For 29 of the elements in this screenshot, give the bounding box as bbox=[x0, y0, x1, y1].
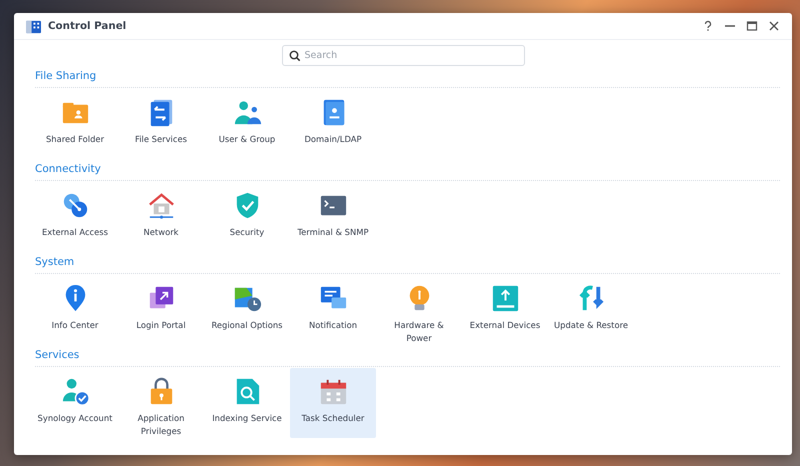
control-panel-item[interactable]: Notification bbox=[290, 275, 376, 345]
control-panel-item[interactable]: Application Privileges bbox=[118, 368, 204, 438]
search-field[interactable]: Search bbox=[282, 45, 524, 66]
window-title: Control Panel bbox=[48, 20, 128, 32]
section-heading: Connectivity bbox=[35, 162, 102, 176]
maximize-icon[interactable] bbox=[746, 20, 758, 32]
control-panel-item[interactable]: Regional Options bbox=[204, 275, 290, 345]
control-panel-item[interactable]: Shared Folder bbox=[32, 89, 118, 159]
control-panel-item[interactable]: Terminal & SNMP bbox=[290, 182, 376, 252]
control-panel-item[interactable]: Hardware & Power bbox=[376, 275, 462, 345]
control-panel-item[interactable]: User & Group bbox=[204, 89, 290, 159]
control-panel-item[interactable]: Indexing Service bbox=[204, 368, 290, 438]
app-grid-icon bbox=[26, 18, 41, 34]
control-panel-item[interactable]: Update & Restore bbox=[548, 275, 634, 345]
control-panel-item[interactable]: External Devices bbox=[462, 275, 548, 345]
close-icon[interactable] bbox=[768, 20, 780, 32]
control-panel-item[interactable]: Network bbox=[118, 182, 204, 252]
section-heading: Services bbox=[35, 348, 80, 362]
control-panel-item[interactable]: Domain/LDAP bbox=[290, 89, 376, 159]
control-panel-item[interactable]: Login Portal bbox=[118, 275, 204, 345]
section-heading: File Sharing bbox=[35, 69, 98, 83]
section-heading: System bbox=[35, 255, 76, 269]
control-panel-item[interactable]: Synology Account bbox=[32, 368, 118, 438]
control-panel-item[interactable]: External Access bbox=[32, 182, 118, 252]
control-panel-item[interactable]: Task Scheduler bbox=[290, 368, 376, 438]
control-panel-item[interactable]: File Services bbox=[118, 89, 204, 159]
help-icon[interactable] bbox=[702, 20, 714, 32]
control-panel-item[interactable]: Security bbox=[204, 182, 290, 252]
control-panel-item[interactable]: Info Center bbox=[32, 275, 118, 345]
